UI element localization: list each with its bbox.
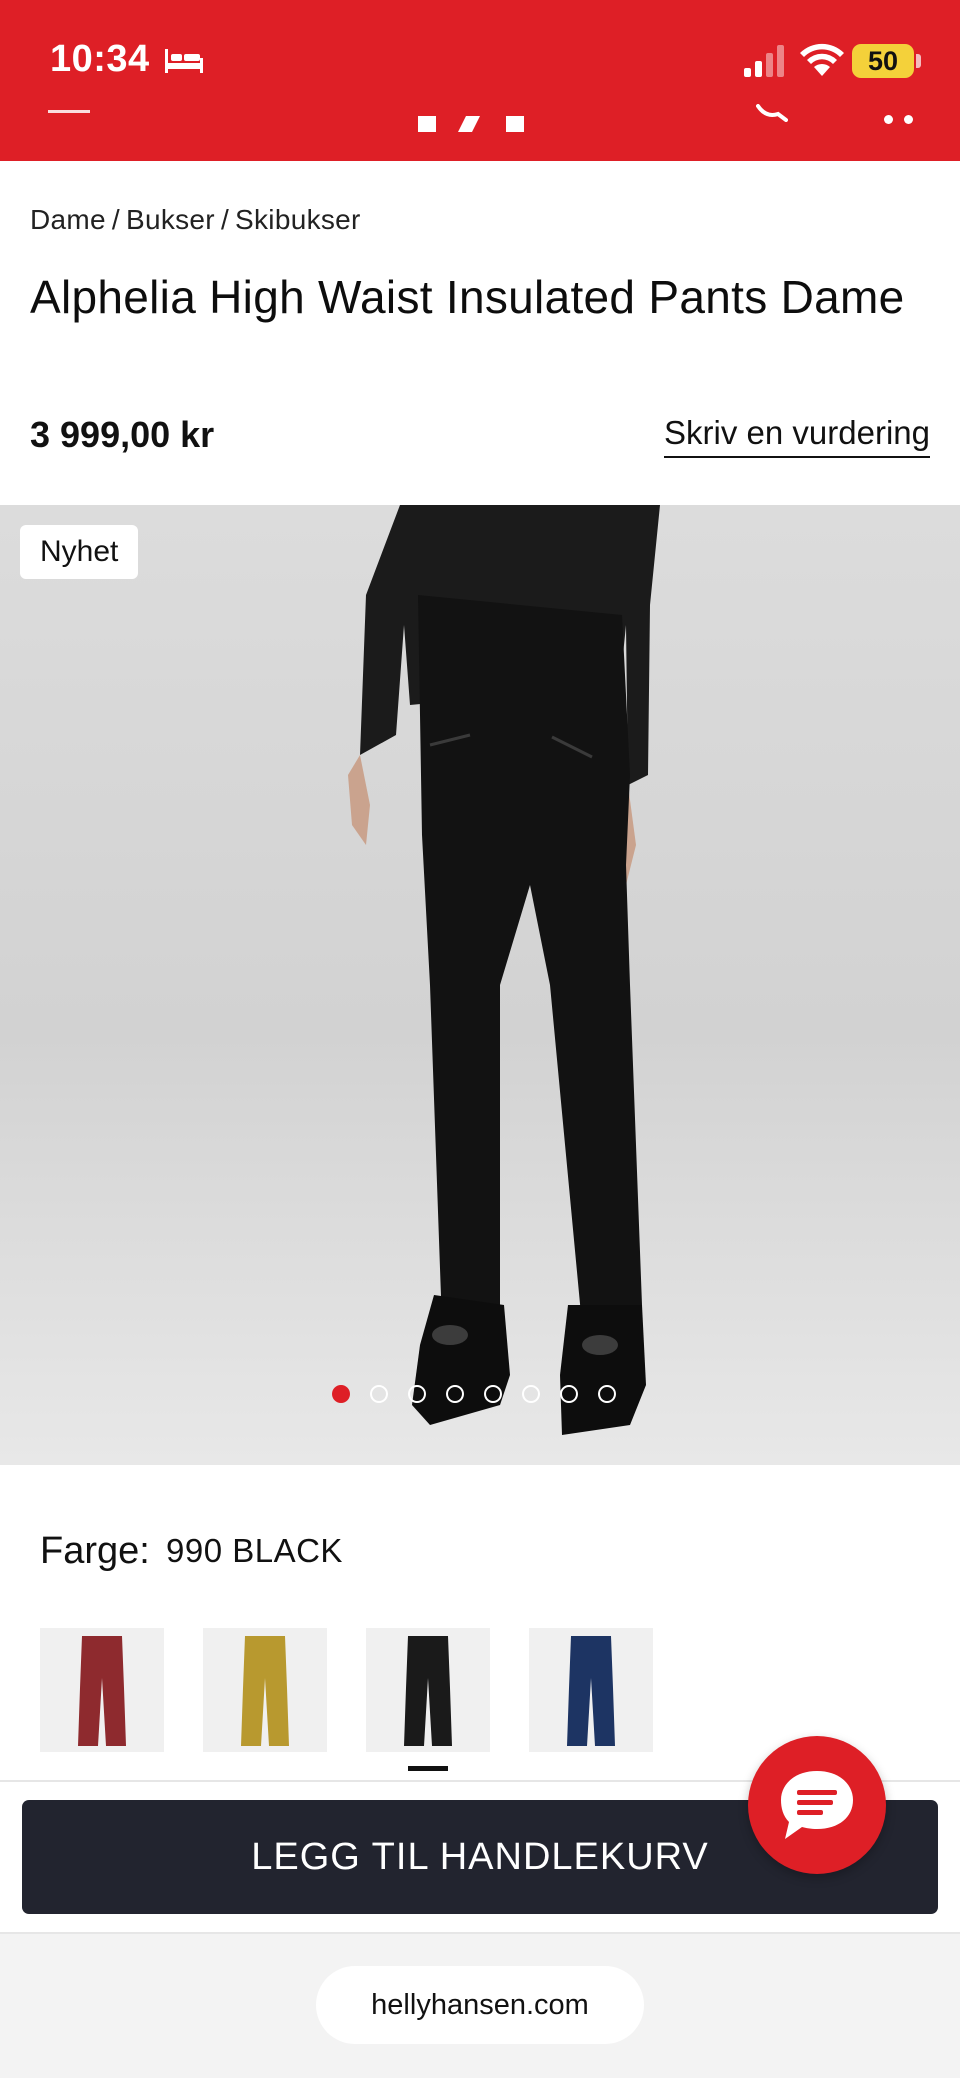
color-label: Farge: xyxy=(40,1530,150,1572)
breadcrumb: Dame / Bukser / Skibukser xyxy=(30,204,361,236)
product-image-gallery[interactable]: Nyhet xyxy=(0,505,960,1465)
color-swatch-mustard[interactable] xyxy=(203,1628,327,1752)
new-badge: Nyhet xyxy=(20,525,139,579)
gallery-pagination[interactable] xyxy=(332,1385,616,1405)
gallery-dot[interactable] xyxy=(408,1385,426,1403)
product-price: 3 999,00 kr xyxy=(30,414,215,455)
product-title: Alphelia High Waist Insulated Pants Dame xyxy=(30,271,905,323)
battery-cap xyxy=(916,54,921,68)
color-value: 990 BLACK xyxy=(166,1532,343,1569)
search-icon[interactable] xyxy=(756,104,788,122)
gallery-dot[interactable] xyxy=(484,1385,502,1403)
product-image xyxy=(348,505,660,1435)
breadcrumb-item-bukser[interactable]: Bukser xyxy=(126,204,215,235)
color-swatch-red[interactable] xyxy=(40,1628,164,1752)
gallery-dot[interactable] xyxy=(370,1385,388,1403)
color-swatch-navy[interactable] xyxy=(529,1628,653,1752)
signal-icon xyxy=(744,45,784,77)
breadcrumb-separator: / xyxy=(220,204,230,235)
bed-icon xyxy=(165,49,203,73)
hamburger-icon[interactable] xyxy=(48,110,90,116)
breadcrumb-separator: / xyxy=(111,204,120,235)
color-swatch-black[interactable] xyxy=(366,1628,490,1771)
gallery-dot[interactable] xyxy=(446,1385,464,1403)
breadcrumb-item-skibukser[interactable]: Skibukser xyxy=(235,204,361,235)
chat-button[interactable] xyxy=(748,1736,886,1874)
gallery-dot[interactable] xyxy=(598,1385,616,1403)
top-bar: 10:34 50 xyxy=(0,0,960,161)
status-time: 10:34 xyxy=(50,38,150,80)
breadcrumb-item-dame[interactable]: Dame xyxy=(30,204,106,235)
color-swatches xyxy=(40,1628,653,1771)
chat-bubble-icon xyxy=(781,1771,853,1839)
write-review-link[interactable]: Skriv en vurdering xyxy=(664,414,930,458)
battery-indicator: 50 xyxy=(852,44,914,78)
more-icon[interactable] xyxy=(884,115,916,125)
brand-logo[interactable] xyxy=(418,114,526,134)
gallery-dot[interactable] xyxy=(332,1385,350,1403)
url-bar[interactable]: hellyhansen.com xyxy=(316,1966,644,2044)
wifi-icon xyxy=(800,43,844,76)
gallery-dot[interactable] xyxy=(560,1385,578,1403)
gallery-dot[interactable] xyxy=(522,1385,540,1403)
